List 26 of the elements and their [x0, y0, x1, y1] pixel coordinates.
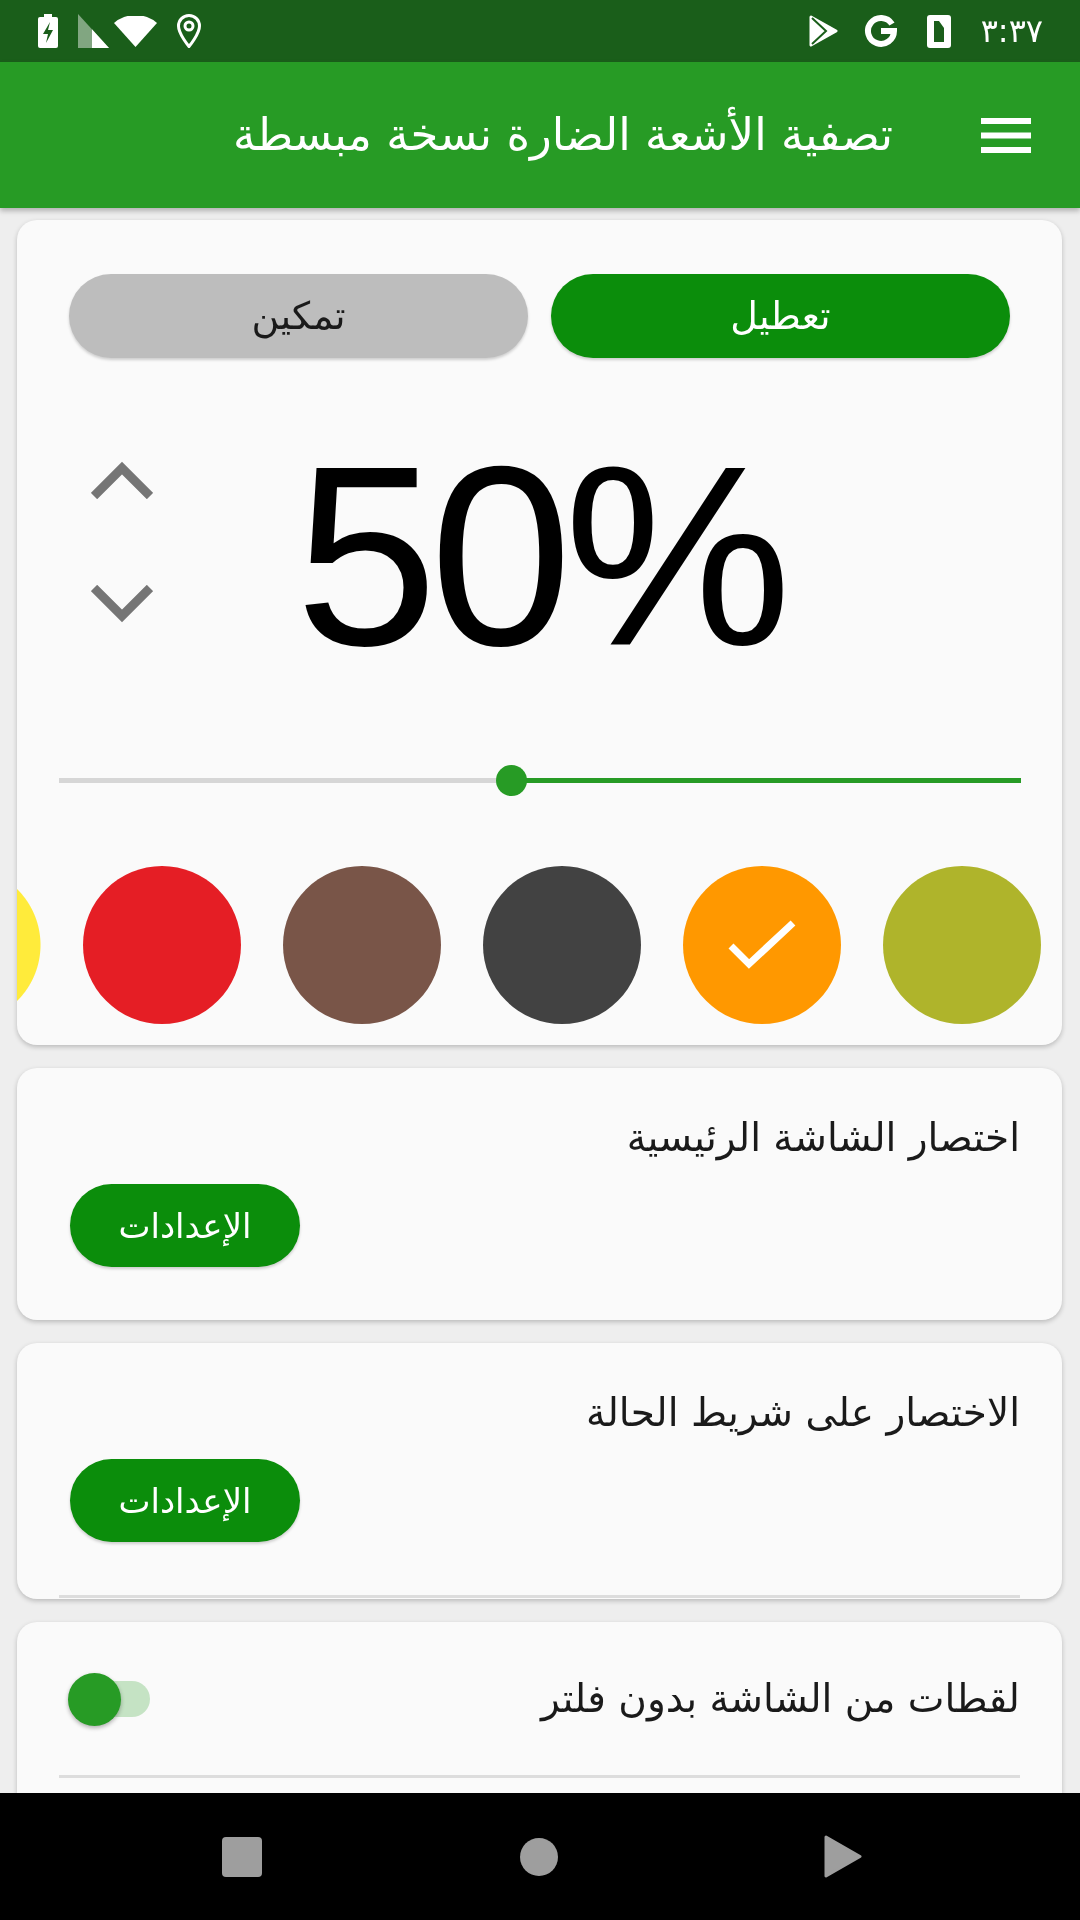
menu-icon[interactable] [981, 117, 1031, 153]
check-icon [727, 919, 797, 971]
option-label: لقطات من الشاشة بدون فلتر [541, 1675, 1020, 1724]
letter-g-icon [863, 14, 898, 48]
clock-time: ٣:٣٧ [980, 11, 1043, 51]
card-title: اختصار الشاشة الرئيسية [626, 1114, 1020, 1163]
intensity-value: 50% [295, 428, 784, 684]
signal-icon [78, 14, 109, 48]
battery-charging-icon [38, 14, 58, 48]
chevron-down-icon[interactable] [91, 585, 153, 624]
card-title: الاختصار على شريط الحالة [586, 1389, 1020, 1438]
sim-card-icon [926, 14, 951, 48]
mode-button[interactable]: تمكين [69, 274, 528, 358]
wifi-icon [114, 15, 157, 47]
app-title: تصفية الأشعة الضارة نسخة مبسطة [233, 105, 893, 163]
settings-button[interactable]: الإعدادات [70, 1184, 300, 1267]
toggle-switch[interactable] [68, 1672, 150, 1726]
triangle-icon[interactable] [824, 1835, 862, 1878]
location-pin-icon [177, 14, 201, 48]
settings-button[interactable]: الإعدادات [70, 1459, 300, 1542]
slider-thumb[interactable] [495, 765, 527, 796]
play-triangle-icon [808, 15, 838, 47]
mode-button[interactable]: تعطيل [551, 274, 1010, 358]
circle-icon[interactable] [520, 1837, 558, 1876]
chevron-up-icon[interactable] [91, 460, 153, 499]
square-icon[interactable] [222, 1836, 262, 1877]
